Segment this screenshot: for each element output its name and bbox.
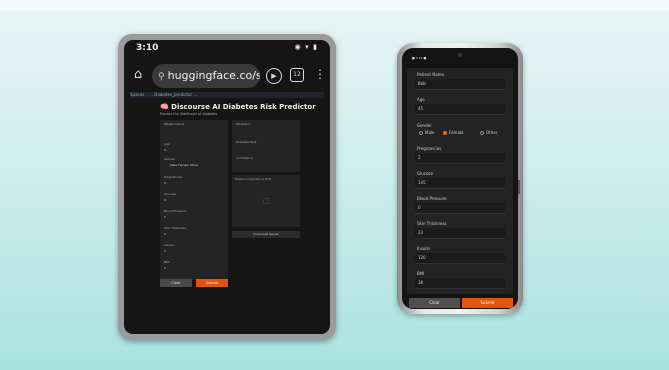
gender-option-other[interactable]: Other: [480, 130, 497, 135]
field-value: 0: [418, 205, 421, 210]
radio-label: Other: [486, 130, 498, 135]
image-placeholder-icon: ⬚: [263, 197, 270, 205]
submit-button[interactable]: Submit: [196, 279, 228, 287]
status-icons: ◉ ▾ ▮: [294, 43, 318, 51]
phone-device: ■ 3:10 ■ Patient Name Bob Age 45 Gender …: [397, 43, 523, 314]
field-value: 2: [418, 155, 421, 160]
patient-name-input[interactable]: Bob: [415, 79, 505, 90]
page-title: 🧠 Discourse AI Diabetes Risk Predictor: [160, 103, 316, 111]
field-input[interactable]: 0: [164, 249, 166, 253]
tablet-device: 3:10 ◉ ▾ ▮ ⌂ ⚲huggingface.co/spaces/ ▶ 1…: [118, 34, 336, 340]
browser-toolbar: ⌂ ⚲huggingface.co/spaces/ ▶ 12 ⋮: [124, 56, 330, 96]
status-time: 3:10: [136, 43, 159, 53]
gender-option-female[interactable]: Female: [443, 130, 463, 135]
field-value: 23: [418, 230, 424, 235]
field-label: Gender: [164, 157, 176, 161]
camera-dot: [458, 53, 462, 57]
field-value: 28: [418, 280, 424, 285]
field-input[interactable]: 0: [164, 198, 166, 202]
phone-screen: ■ 3:10 ■ Patient Name Bob Age 45 Gender …: [402, 48, 518, 309]
pregnancies-input[interactable]: 2: [415, 153, 505, 164]
field-label: Age: [417, 97, 425, 102]
plot-panel: Feature Importance Plot ⬚: [232, 175, 300, 227]
field-label: Glucose: [417, 171, 433, 176]
field-input[interactable]: 0: [164, 181, 166, 185]
bmi-input[interactable]: 28: [415, 278, 505, 289]
field-label: Gender: [417, 123, 432, 128]
insulin-input[interactable]: 120: [415, 253, 505, 264]
field-label: Skin Thickness: [164, 226, 187, 230]
submit-button[interactable]: Submit: [462, 298, 513, 308]
radio-label: Male: [425, 130, 435, 135]
glucose-input[interactable]: 145: [415, 178, 505, 189]
page-subtitle: Predict the likelihood of diabetes: [160, 112, 218, 116]
radio-label: Female: [449, 130, 464, 135]
plot-label: Feature Importance Plot: [235, 177, 272, 181]
tablet-screen: 3:10 ◉ ▾ ▮ ⌂ ⚲huggingface.co/spaces/ ▶ 1…: [124, 40, 330, 334]
field-value: 120: [418, 255, 426, 260]
gender-radio[interactable]: Male Female Other: [170, 163, 198, 167]
site-settings-icon[interactable]: ⚲: [158, 72, 165, 82]
overflow-menu-icon[interactable]: ⋮: [314, 66, 326, 82]
tablet-status-bar: 3:10 ◉ ▾ ▮: [136, 43, 318, 53]
field-label: Age: [164, 142, 170, 146]
clear-button[interactable]: Clear: [160, 279, 192, 287]
gender-option-male[interactable]: Male: [419, 130, 434, 135]
field-label: Patient Name: [164, 122, 185, 126]
home-icon[interactable]: ⌂: [134, 68, 146, 81]
breadcrumb: Spaces ◦ ... Diabetes_predictor ...: [130, 92, 324, 98]
field-label: Pregnancies: [417, 146, 442, 151]
address-bar[interactable]: ⚲huggingface.co/spaces/: [152, 64, 260, 88]
field-value: 45: [418, 106, 424, 111]
field-label: Skin Thickness: [417, 221, 447, 226]
field-label: BMI: [417, 271, 425, 276]
stage: 3:10 ◉ ▾ ▮ ⌂ ⚲huggingface.co/spaces/ ▶ 1…: [0, 0, 669, 370]
clear-button[interactable]: Clear: [409, 298, 460, 308]
play-icon[interactable]: ▶: [266, 68, 282, 84]
field-label: Glucose: [164, 192, 176, 196]
field-label: Insulin: [164, 243, 174, 247]
field-input[interactable]: 0: [164, 266, 166, 270]
output-label: Confidence: [236, 156, 253, 160]
field-label: Blood Pressure: [164, 209, 187, 213]
field-label: Blood Pressure: [417, 196, 447, 201]
skin-thickness-input[interactable]: 23: [415, 228, 505, 239]
tabs-count-icon[interactable]: 12: [290, 68, 304, 82]
radio-selected-icon: [443, 130, 447, 135]
phone-side-button: [518, 180, 520, 194]
url-text: huggingface.co/spaces/: [167, 69, 260, 82]
age-input[interactable]: 45: [415, 104, 505, 115]
field-value: 145: [418, 180, 426, 185]
field-input[interactable]: 0: [164, 148, 166, 152]
field-input[interactable]: 0: [164, 215, 166, 219]
output-panel: Prediction Diabetes Risk Confidence: [232, 120, 300, 172]
field-label: Insulin: [417, 246, 431, 251]
phone-status-bar: ■ 3:10 ■: [412, 56, 427, 60]
field-label: BMI: [164, 260, 170, 264]
input-panel: Patient Name Age 0 Gender Male Female Ot…: [160, 120, 228, 280]
download-button[interactable]: Download Result: [232, 231, 300, 238]
blood-pressure-input[interactable]: 0: [415, 203, 505, 214]
field-label: Pregnancies: [164, 175, 183, 179]
field-input[interactable]: 0: [164, 232, 166, 236]
radio-icon: [419, 130, 423, 135]
radio-icon: [480, 130, 484, 135]
field-label: Patient Name: [417, 72, 444, 77]
field-value: Bob: [418, 81, 426, 86]
output-label: Diabetes Risk: [236, 140, 257, 144]
output-label: Prediction: [236, 122, 251, 126]
